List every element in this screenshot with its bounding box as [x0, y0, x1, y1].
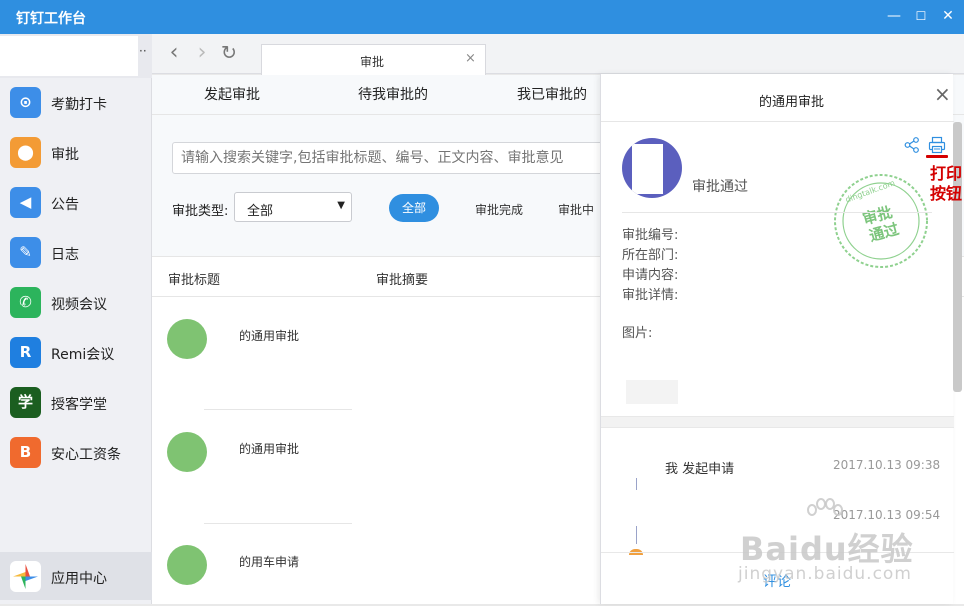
approval-status: 审批通过: [692, 179, 748, 195]
sidebar-item-label: 公告: [51, 197, 79, 213]
filter-all-button[interactable]: 全部: [389, 194, 439, 222]
section-separator: [601, 416, 954, 428]
column-summary: 审批摘要: [376, 273, 429, 288]
avatar: [167, 319, 207, 359]
watermark-url: jingyan.baidu.com: [738, 564, 912, 584]
sidebar-item-label: 日志: [51, 247, 79, 263]
sidebar-item-label: Remi会议: [51, 347, 115, 363]
table-row[interactable]: 的通用审批: [152, 297, 602, 410]
window-titlebar: 钉钉工作台 — ☐ ✕: [0, 0, 964, 34]
field-content: 申请内容:: [622, 268, 679, 283]
printer-icon[interactable]: [928, 136, 946, 154]
detail-scrollbar[interactable]: [953, 122, 962, 392]
refresh-button[interactable]: ↻: [219, 42, 239, 64]
avatar: [167, 432, 207, 472]
baidu-watermark: Baidu经验 jingyan.baidu.com: [738, 498, 938, 598]
sidebar-item-label: 安心工资条: [51, 447, 121, 463]
notebook-icon: ✎: [10, 237, 41, 268]
close-icon[interactable]: ×: [934, 84, 951, 104]
sidebar-item-label: 考勤打卡: [51, 97, 107, 113]
video-phone-icon: ✆: [10, 287, 41, 318]
print-button-highlight: [926, 155, 948, 158]
tab-approval[interactable]: 审批 ×: [261, 44, 486, 75]
sidebar-item-shouke-school[interactable]: 学授客学堂: [0, 378, 152, 426]
sidebar-item-app-center[interactable]: 应用中心: [0, 552, 152, 600]
annotation-line2: 按钮: [930, 184, 963, 203]
approved-stamp: dingtalk.com 审批 通过: [834, 174, 928, 268]
row-title: 的通用审批: [239, 329, 300, 343]
field-images: 图片:: [622, 326, 653, 341]
minimize-button[interactable]: —: [886, 8, 902, 24]
salary-slip-icon: B: [10, 437, 41, 468]
field-department: 所在部门:: [622, 248, 679, 263]
back-button[interactable]: ‹: [164, 42, 184, 64]
type-select[interactable]: 全部 ▼: [234, 192, 352, 222]
detail-divider: [622, 212, 932, 213]
table-row[interactable]: 的用车申请: [152, 523, 602, 606]
sidebar-item-attendance[interactable]: ⊙ 考勤打卡: [0, 78, 152, 126]
sidebar-item-approval[interactable]: ⬤ 审批: [0, 128, 152, 176]
user-profile-box[interactable]: ··: [0, 34, 152, 78]
sidebar: ·· ⊙ 考勤打卡 ⬤ 审批 ◀ 公告 ✎ 日志 ✆ 视频会议 R Remi会议学授客学堂 B 安心工资条…: [0, 34, 152, 604]
sidebar-item-announcement[interactable]: ◀ 公告: [0, 178, 152, 226]
field-approval-number: 审批编号:: [622, 228, 679, 243]
applicant-avatar: [622, 138, 682, 198]
print-button-annotation: 打印 按钮: [930, 164, 962, 204]
field-details: 审批详情:: [622, 288, 679, 303]
tab-close-icon[interactable]: ×: [465, 51, 476, 66]
sidebar-item-label: 审批: [51, 147, 79, 163]
tab-label: 审批: [360, 55, 385, 69]
sidebar-item-log[interactable]: ✎ 日志: [0, 228, 152, 276]
sidebar-item-label: 授客学堂: [51, 397, 107, 413]
search-input[interactable]: [172, 142, 612, 174]
image-thumbnail[interactable]: [626, 380, 678, 404]
user-name-area: [0, 36, 138, 76]
flow-step-time: 2017.10.13 09:38: [833, 458, 941, 472]
filter-in-progress-button[interactable]: 审批中: [558, 201, 594, 218]
row-title: 的通用审批: [239, 442, 300, 456]
xue-character-icon: 学: [10, 387, 41, 418]
browser-navbar: ‹ › ↻ 审批 ×: [152, 34, 964, 75]
table-row[interactable]: 的通用审批: [152, 410, 602, 524]
filter-completed-button[interactable]: 审批完成: [475, 201, 523, 218]
app-center-icon: [10, 561, 41, 592]
sidebar-item-label: 视频会议: [51, 297, 107, 313]
type-label: 审批类型:: [172, 204, 229, 219]
maximize-button[interactable]: ☐: [913, 8, 929, 24]
forward-button[interactable]: ›: [192, 42, 212, 64]
timeline-line: [636, 478, 637, 490]
subtab-pending[interactable]: 待我审批的: [358, 84, 428, 104]
close-window-button[interactable]: ✕: [940, 8, 956, 24]
detail-title: 的通用审批: [759, 95, 825, 110]
more-dots-icon[interactable]: ··: [139, 44, 147, 58]
type-select-value: 全部: [247, 204, 274, 219]
location-pin-icon: ⊙: [10, 87, 41, 118]
sidebar-item-label: 应用中心: [51, 571, 107, 587]
timeline-line: [636, 526, 637, 544]
sidebar-item-remi-meeting[interactable]: R Remi会议: [0, 328, 152, 376]
detail-header: 的通用审批 ×: [601, 74, 954, 122]
avatar: [167, 545, 207, 585]
flow-step-text: 我 发起申请: [665, 462, 735, 477]
share-icon[interactable]: [904, 137, 920, 153]
column-title: 审批标题: [168, 273, 221, 288]
megaphone-icon: ◀: [10, 187, 41, 218]
sidebar-item-video-meeting[interactable]: ✆ 视频会议: [0, 278, 152, 326]
chevron-down-icon: ▼: [337, 200, 345, 211]
stamp-url: dingtalk.com: [844, 178, 896, 204]
approval-person-icon: ⬤: [10, 137, 41, 168]
subtab-approved[interactable]: 我已审批的: [517, 84, 587, 104]
remi-logo-icon: R: [10, 337, 41, 368]
window-title: 钉钉工作台: [16, 11, 86, 27]
annotation-line1: 打印: [930, 164, 963, 183]
sidebar-item-salary-slip[interactable]: B 安心工资条: [0, 428, 152, 476]
subtab-initiate[interactable]: 发起审批: [204, 84, 260, 104]
row-title: 的用车申请: [239, 555, 300, 569]
